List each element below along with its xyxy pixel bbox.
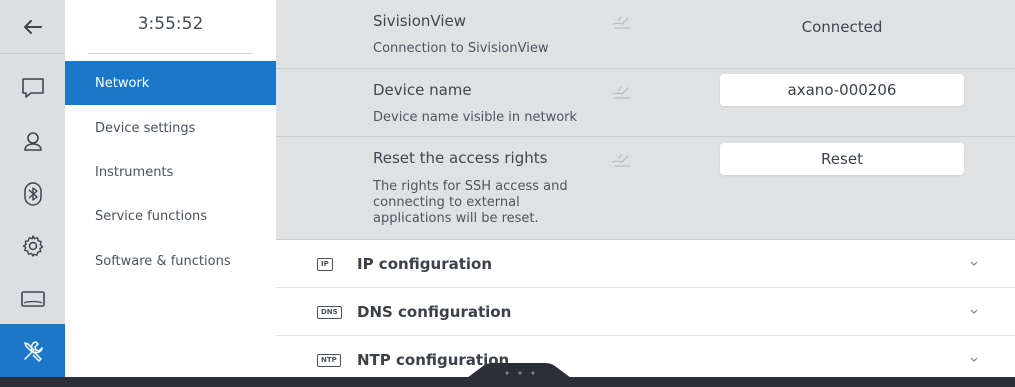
back-button[interactable] [0, 0, 65, 53]
section-ip-configuration[interactable]: IP IP configuration [276, 240, 1015, 288]
hand-pointer-icon [612, 86, 631, 99]
nav-item-service-functions[interactable]: Service functions [65, 194, 276, 238]
clock: 3:55:52 [137, 14, 204, 34]
section-ntp-configuration[interactable]: NTP NTP configuration [276, 336, 1015, 377]
setting-description: Connection to SivisionView [373, 41, 549, 56]
nav-item-device-settings[interactable]: Device settings [65, 106, 276, 150]
gear-icon [22, 234, 43, 257]
chevron-down-icon [970, 261, 978, 266]
bluetooth-icon [23, 181, 42, 206]
nav-item-network[interactable]: Network [65, 61, 276, 105]
rail-item-bluetooth[interactable] [0, 167, 65, 220]
setting-reset-access: Reset the access rights The rights for S… [276, 137, 1015, 240]
chevron-down-icon [970, 357, 978, 362]
main-content: SivisionView Connection to SivisionView … [276, 0, 1015, 377]
rail-item-display[interactable] [0, 272, 65, 325]
setting-description: The rights for SSH access and connecting… [373, 179, 568, 226]
tools-icon [23, 340, 43, 362]
reset-button[interactable]: Reset [720, 143, 964, 175]
setting-sivisionview: SivisionView Connection to SivisionView … [276, 0, 1015, 69]
rail-item-user[interactable] [0, 114, 65, 167]
section-title: IP configuration [357, 255, 493, 273]
chat-icon [21, 77, 44, 98]
ip-icon: IP [317, 258, 333, 271]
setting-description: Device name visible in network [373, 110, 578, 125]
display-icon [20, 290, 45, 307]
back-arrow-icon [23, 19, 42, 34]
dns-icon: DNS [317, 306, 342, 319]
section-title: DNS configuration [357, 303, 512, 321]
icon-rail [0, 0, 65, 377]
settings-nav: 3:55:52 Network Device settings Instrume… [65, 0, 276, 377]
chevron-down-icon [970, 309, 978, 314]
ntp-icon: NTP [317, 354, 341, 367]
nav-item-software-functions[interactable]: Software & functions [65, 239, 276, 283]
rail-item-settings[interactable] [0, 219, 65, 272]
hand-pointer-icon [612, 16, 631, 29]
rail-item-tools[interactable] [0, 324, 65, 377]
rail-item-messages[interactable] [0, 61, 65, 114]
setting-device-name: Device name Device name visible in netwo… [276, 69, 1015, 137]
nav-divider [89, 53, 252, 54]
pull-up-handle[interactable] [455, 362, 583, 387]
user-icon [23, 131, 42, 151]
section-dns-configuration[interactable]: DNS DNS configuration [276, 288, 1015, 336]
rail-divider [0, 53, 65, 54]
nav-item-instruments[interactable]: Instruments [65, 150, 276, 194]
device-name-field[interactable]: axano-000206 [720, 74, 964, 106]
hand-pointer-icon [612, 154, 631, 167]
setting-title: Device name [373, 81, 472, 99]
setting-title: Reset the access rights [373, 149, 548, 167]
connection-status: Connected [801, 18, 883, 36]
setting-title: SivisionView [373, 12, 466, 30]
